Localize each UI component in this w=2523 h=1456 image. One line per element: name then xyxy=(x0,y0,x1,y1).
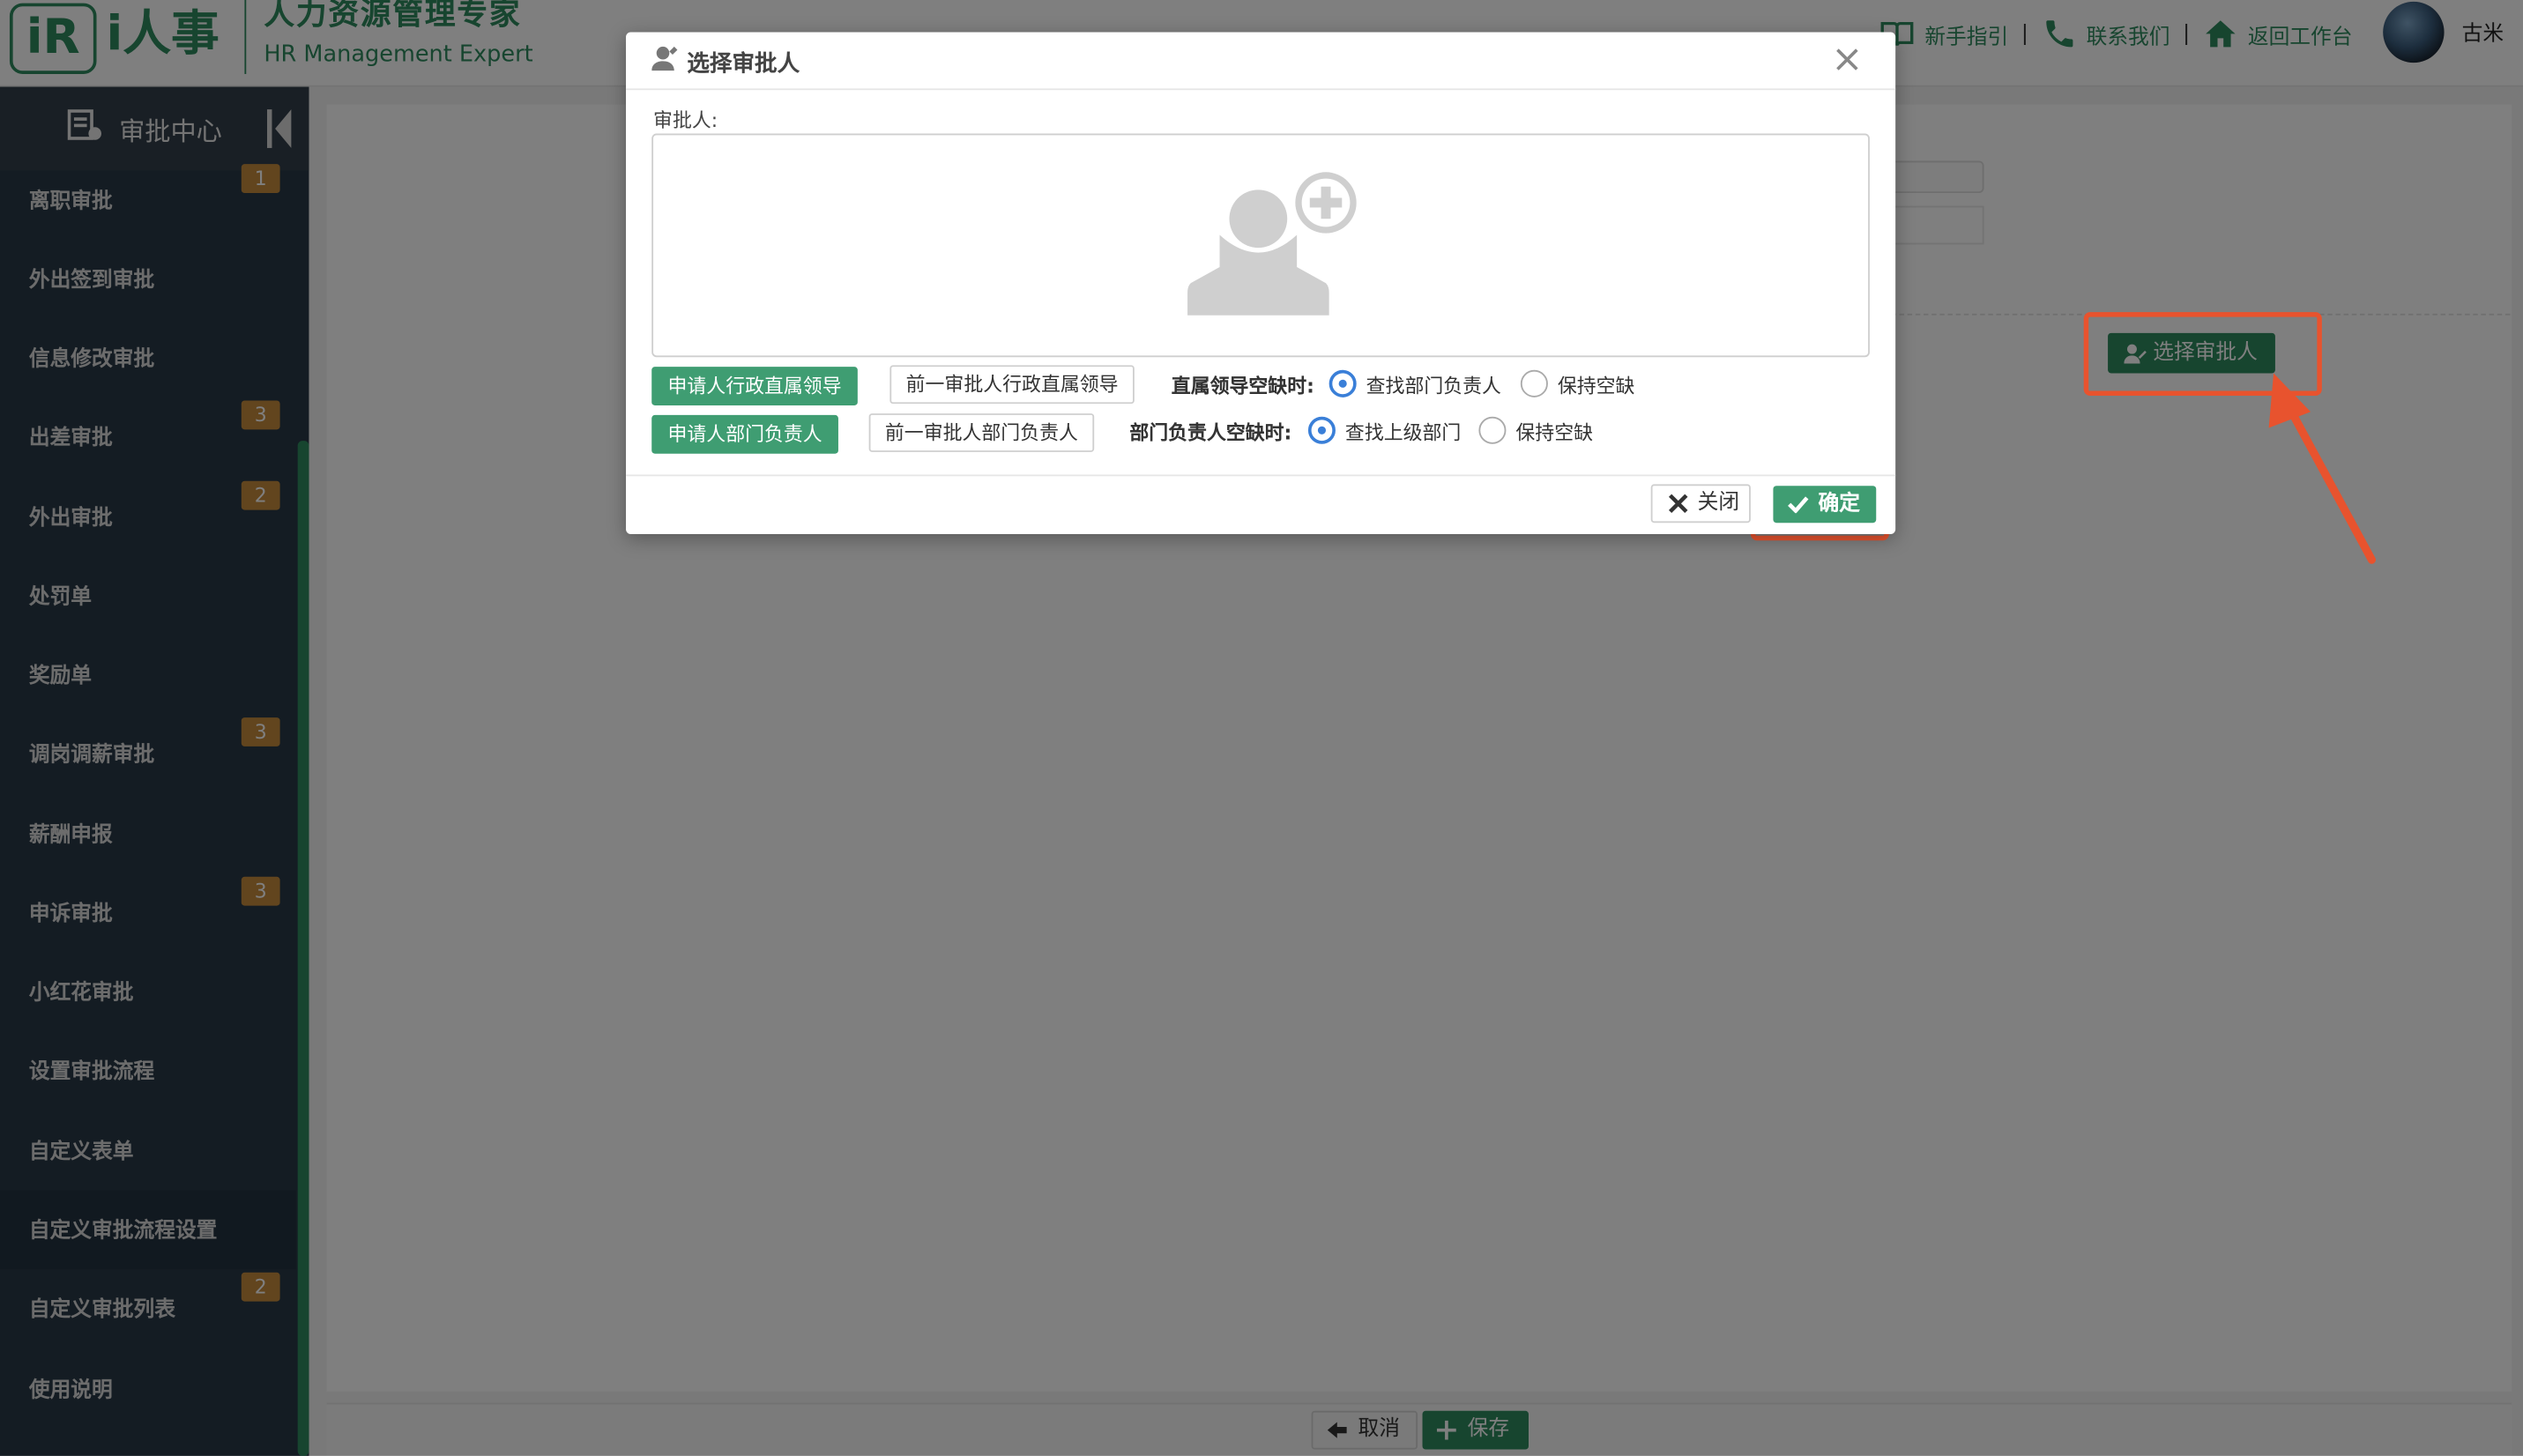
annotation-highlight-select-approver xyxy=(2083,312,2322,397)
prev-approver-dept-head-button[interactable]: 前一审批人部门负责人 xyxy=(868,413,1095,452)
radio-find-parent-dept[interactable] xyxy=(1307,416,1336,444)
dialog-close-label: 关闭 xyxy=(1697,490,1740,516)
dialog-footer-divider xyxy=(626,474,1896,477)
approver-list-box[interactable] xyxy=(651,133,1870,358)
leader-vacant-label: 直属领导空缺时: xyxy=(1171,375,1314,397)
dialog-title: 选择审批人 xyxy=(687,51,800,78)
radio-keep-vacant-2-label[interactable]: 保持空缺 xyxy=(1515,419,1593,446)
approver-label: 审批人: xyxy=(653,109,718,132)
dialog-close-button[interactable]: 关闭 xyxy=(1650,484,1751,524)
select-approver-dialog: 选择审批人 审批人: 申请人行政直属领导 前一审批人行政直属领导 直属领导空缺时… xyxy=(626,32,1896,534)
check-icon xyxy=(1788,496,1809,514)
radio-find-dept-head[interactable] xyxy=(1328,369,1357,397)
dept-head-vacant-label: 部门负责人空缺时: xyxy=(1129,421,1292,444)
prev-approver-admin-leader-button[interactable]: 前一审批人行政直属领导 xyxy=(889,365,1135,405)
applicant-admin-leader-button[interactable]: 申请人行政直属领导 xyxy=(651,367,858,405)
radio-keep-vacant-2[interactable] xyxy=(1478,416,1507,444)
radio-find-dept-head-label[interactable]: 查找部门负责人 xyxy=(1366,372,1501,399)
applicant-dept-head-button[interactable]: 申请人部门负责人 xyxy=(651,414,838,454)
add-user-icon[interactable] xyxy=(1187,170,1365,318)
radio-find-parent-dept-label[interactable]: 查找上级部门 xyxy=(1345,419,1461,446)
radio-keep-vacant-1[interactable] xyxy=(1520,369,1548,397)
confirm-label: 确定 xyxy=(1818,492,1861,516)
radio-keep-vacant-1-label[interactable]: 保持空缺 xyxy=(1558,372,1635,399)
user-edit-icon xyxy=(651,46,678,71)
close-icon[interactable] xyxy=(1833,45,1862,74)
dialog-header: 选择审批人 xyxy=(626,33,1896,91)
close-x-icon xyxy=(1669,494,1688,514)
confirm-button[interactable]: 确定 xyxy=(1773,486,1877,524)
